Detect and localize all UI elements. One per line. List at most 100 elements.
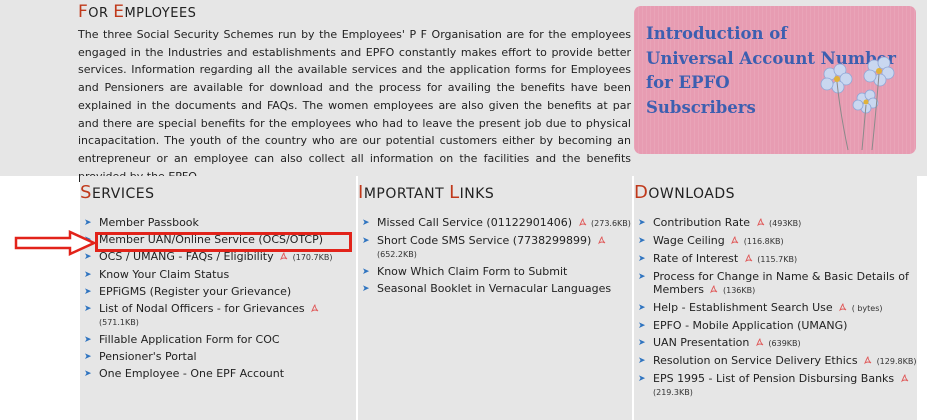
download-item[interactable]: ➤ Wage Ceiling (116.8KB) xyxy=(634,234,917,248)
pdf-icon[interactable] xyxy=(756,217,766,227)
bullet-arrow-icon: ➤ xyxy=(638,356,646,366)
red-arrow-icon xyxy=(14,230,96,256)
file-size: (116.8KB) xyxy=(743,237,784,246)
service-item[interactable]: ➤ Know Your Claim Status xyxy=(80,268,356,281)
download-item[interactable]: ➤ Process for Change in Name & Basic Deta… xyxy=(634,270,917,297)
pdf-icon[interactable] xyxy=(730,235,740,245)
download-item-label[interactable]: UAN Presentation xyxy=(653,336,749,349)
service-item-label[interactable]: List of Nodal Officers - for Grievances xyxy=(99,302,305,315)
bullet-arrow-icon: ➤ xyxy=(362,267,370,277)
bullet-arrow-icon: ➤ xyxy=(638,254,646,264)
service-item[interactable]: ➤ One Employee - One EPF Account xyxy=(80,367,356,380)
download-item[interactable]: ➤ EPS 1995 - List of Pension Disbursing B… xyxy=(634,372,917,399)
bullet-arrow-icon: ➤ xyxy=(362,218,370,228)
important-links-list: ➤ Missed Call Service (01122901406) (273.… xyxy=(358,216,632,299)
download-item-label[interactable]: Process for Change in Name & Basic Detai… xyxy=(653,270,909,296)
important-links-panel: IMPORTANT LINKS ➤ Missed Call Service (01… xyxy=(358,176,632,420)
download-item[interactable]: ➤ Help - Establishment Search Use ( bytes… xyxy=(634,301,917,315)
pdf-icon[interactable] xyxy=(744,253,754,263)
service-item[interactable]: ➤ Pensioner's Portal xyxy=(80,350,356,363)
pdf-icon[interactable] xyxy=(863,355,873,365)
file-size: (136KB) xyxy=(722,286,756,295)
employees-section: FOR EMPLOYEES The three Social Security … xyxy=(0,0,927,183)
download-item-label[interactable]: Help - Establishment Search Use xyxy=(653,301,833,314)
bullet-arrow-icon: ➤ xyxy=(84,369,92,379)
download-item[interactable]: ➤ EPFO - Mobile Application (UMANG) xyxy=(634,319,917,332)
important-link-item-label[interactable]: Know Which Claim Form to Submit xyxy=(377,265,567,278)
important-links-title: IMPORTANT LINKS xyxy=(358,182,495,203)
important-link-item-label[interactable]: Short Code SMS Service (7738299899) xyxy=(377,234,591,247)
pdf-icon[interactable] xyxy=(900,373,910,383)
pdf-icon[interactable] xyxy=(597,235,607,245)
file-size: (129.8KB) xyxy=(876,357,917,366)
file-size: (273.6KB) xyxy=(591,219,631,228)
download-item-label[interactable]: EPFO - Mobile Application (UMANG) xyxy=(653,319,847,332)
downloads-panel: DOWNLOADS ➤ Contribution Rate (493KB) ➤ Wag… xyxy=(634,176,917,420)
pdf-icon[interactable] xyxy=(279,251,289,261)
service-item-label[interactable]: Member Passbook xyxy=(99,216,199,229)
important-link-item[interactable]: ➤ Short Code SMS Service (7738299899) (65… xyxy=(358,234,632,261)
bullet-arrow-icon: ➤ xyxy=(84,304,92,314)
uan-intro-banner[interactable]: Introduction of Universal Account Number… xyxy=(634,6,916,154)
file-size: (571.1KB) xyxy=(99,318,139,327)
service-item-label[interactable]: Fillable Application Form for COC xyxy=(99,333,280,346)
pdf-icon[interactable] xyxy=(755,337,765,347)
file-size: (115.7KB) xyxy=(757,255,798,264)
download-item-label[interactable]: Rate of Interest xyxy=(653,252,738,265)
bullet-arrow-icon: ➤ xyxy=(638,218,646,228)
file-size: (639KB) xyxy=(768,339,801,348)
download-item-label[interactable]: Contribution Rate xyxy=(653,216,750,229)
file-size: (219.3KB) xyxy=(653,388,693,397)
download-item-label[interactable]: Wage Ceiling xyxy=(653,234,725,247)
bullet-arrow-icon: ➤ xyxy=(84,352,92,362)
service-item-label[interactable]: EPFiGMS (Register your Grievance) xyxy=(99,285,291,298)
download-item-label[interactable]: EPS 1995 - List of Pension Disbursing Ba… xyxy=(653,372,894,385)
important-link-item[interactable]: ➤ Seasonal Booklet in Vernacular Language… xyxy=(358,282,632,295)
service-item-label[interactable]: One Employee - One EPF Account xyxy=(99,367,284,380)
bullet-arrow-icon: ➤ xyxy=(638,338,646,348)
bullet-arrow-icon: ➤ xyxy=(84,270,92,280)
bullet-arrow-icon: ➤ xyxy=(638,374,646,384)
pdf-icon[interactable] xyxy=(310,303,320,313)
flowers-icon xyxy=(820,56,895,151)
bullet-arrow-icon: ➤ xyxy=(362,236,370,246)
highlight-box xyxy=(95,232,352,252)
file-size: (493KB) xyxy=(769,219,802,228)
bullet-arrow-icon: ➤ xyxy=(84,218,92,228)
important-link-item-label[interactable]: Missed Call Service (01122901406) xyxy=(377,216,572,229)
downloads-list: ➤ Contribution Rate (493KB) ➤ Wage Ceiling … xyxy=(634,216,917,403)
download-item[interactable]: ➤ Resolution on Service Delivery Ethics (… xyxy=(634,354,917,368)
download-item[interactable]: ➤ Rate of Interest (115.7KB) xyxy=(634,252,917,266)
pdf-icon[interactable] xyxy=(709,284,719,294)
service-item[interactable]: ➤ Fillable Application Form for COC xyxy=(80,333,356,346)
bullet-arrow-icon: ➤ xyxy=(362,284,370,294)
pdf-icon[interactable] xyxy=(838,302,848,312)
employees-description: The three Social Security Schemes run by… xyxy=(78,28,631,183)
important-link-item-label[interactable]: Seasonal Booklet in Vernacular Languages xyxy=(377,282,611,295)
bullet-arrow-icon: ➤ xyxy=(638,236,646,246)
employees-title: FOR EMPLOYEES xyxy=(78,2,197,22)
pdf-icon[interactable] xyxy=(578,217,588,227)
download-item-label[interactable]: Resolution on Service Delivery Ethics xyxy=(653,354,858,367)
file-size: ( bytes) xyxy=(851,304,883,313)
bullet-arrow-icon: ➤ xyxy=(638,272,646,282)
important-link-item[interactable]: ➤ Know Which Claim Form to Submit xyxy=(358,265,632,278)
download-item[interactable]: ➤ Contribution Rate (493KB) xyxy=(634,216,917,230)
service-item[interactable]: ➤ EPFiGMS (Register your Grievance) xyxy=(80,285,356,298)
bullet-arrow-icon: ➤ xyxy=(84,287,92,297)
service-item-label[interactable]: Pensioner's Portal xyxy=(99,350,197,363)
services-panel: SERVICES ➤Member Passbook➤Member UAN/Onl… xyxy=(80,176,356,420)
bullet-arrow-icon: ➤ xyxy=(638,321,646,331)
file-size: (652.2KB) xyxy=(377,250,417,259)
services-title: SERVICES xyxy=(80,182,155,203)
bullet-arrow-icon: ➤ xyxy=(638,303,646,313)
important-link-item[interactable]: ➤ Missed Call Service (01122901406) (273.… xyxy=(358,216,632,230)
bullet-arrow-icon: ➤ xyxy=(84,335,92,345)
service-item-label[interactable]: Know Your Claim Status xyxy=(99,268,229,281)
downloads-title: DOWNLOADS xyxy=(634,182,736,203)
service-item[interactable]: ➤ OCS / UMANG - FAQs / Eligibility (170.7… xyxy=(80,250,356,264)
download-item[interactable]: ➤ UAN Presentation (639KB) xyxy=(634,336,917,350)
service-item[interactable]: ➤ Member Passbook xyxy=(80,216,356,229)
file-size: (170.7KB) xyxy=(292,253,333,262)
service-item[interactable]: ➤ List of Nodal Officers - for Grievances… xyxy=(80,302,356,329)
